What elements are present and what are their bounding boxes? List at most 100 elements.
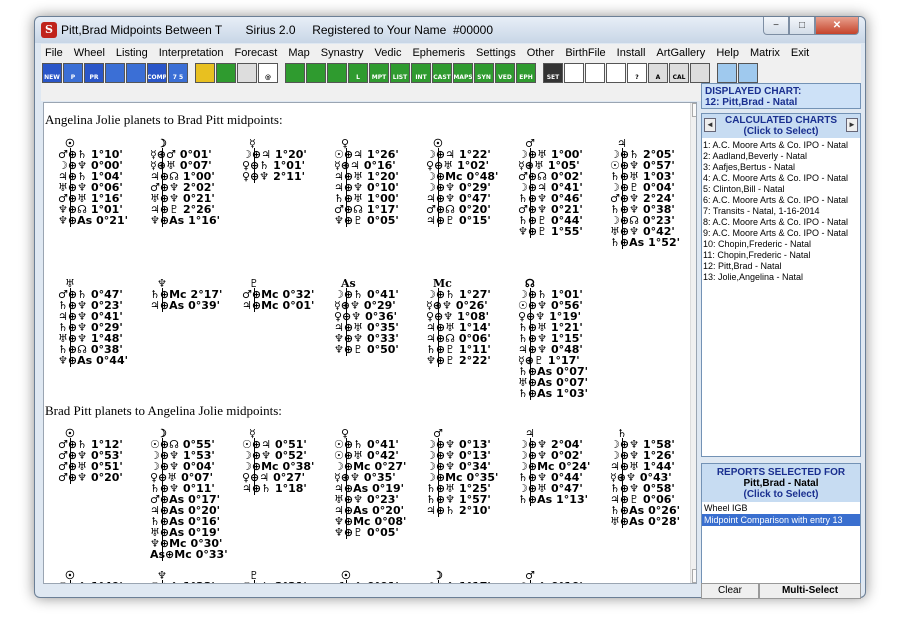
calculated-chart-item[interactable]: 4: A.C. Moore Arts & Co. IPO - Natal [703, 173, 859, 184]
toolbar-button-0[interactable]: NEW [42, 63, 62, 83]
toolbar-button-16[interactable]: LIST [390, 63, 410, 83]
calculated-chart-item[interactable]: 9: A.C. Moore Arts & Co. IPO - Natal [703, 228, 859, 239]
toolbar-button-22[interactable]: EPH [516, 63, 536, 83]
toolbar-button-18[interactable]: CAST [432, 63, 452, 83]
scroll-down-icon[interactable]: ▼ [692, 569, 696, 583]
toolbar-button-13[interactable] [327, 63, 347, 83]
midpoint-orb: 0°50' [366, 343, 399, 356]
toolbar-button-25[interactable] [585, 63, 605, 83]
toolbar-button-6[interactable]: 7 5 [168, 63, 188, 83]
menu-exit[interactable]: Exit [791, 47, 809, 59]
midpoint-pair: ♃⊕♄ [426, 504, 455, 517]
menu-ephemeris[interactable]: Ephemeris [412, 47, 465, 59]
menu-settings[interactable]: Settings [476, 47, 516, 59]
midpoint-pair: ♆⊕♇ [334, 343, 363, 356]
section-heading: Brad Pitt planets to Angelina Jolie midp… [45, 403, 282, 418]
multi-select-button[interactable]: Multi-Select [759, 583, 861, 599]
calculated-chart-item[interactable]: 12: Pitt,Brad - Natal [703, 261, 859, 272]
next-chart-button[interactable]: ► [846, 118, 858, 132]
menu-other[interactable]: Other [527, 47, 555, 59]
toolbar-button-7[interactable] [195, 63, 215, 83]
menu-listing[interactable]: Listing [116, 47, 148, 59]
menu-install[interactable]: Install [617, 47, 646, 59]
menu-map[interactable]: Map [288, 47, 309, 59]
calculated-chart-item[interactable]: 6: A.C. Moore Arts & Co. IPO - Natal [703, 195, 859, 206]
prev-chart-button[interactable]: ◄ [704, 118, 716, 132]
toolbar-button-15[interactable]: MPT [369, 63, 389, 83]
toolbar-button-24[interactable] [564, 63, 584, 83]
toolbar-button-26[interactable] [606, 63, 626, 83]
midpoint-pair: ♆⊕♇ [518, 225, 547, 238]
menu-synastry[interactable]: Synastry [321, 47, 364, 59]
midpoint-orb: 1°23' [183, 580, 215, 583]
window-controls: − □ ✕ [763, 17, 859, 35]
toolbar-button-2[interactable]: PR [84, 63, 104, 83]
report-item[interactable]: Midpoint Comparison with entry 13 [702, 514, 860, 526]
clear-button[interactable]: Clear [701, 583, 759, 599]
menu-file[interactable]: File [45, 47, 63, 59]
menu-matrix[interactable]: Matrix [750, 47, 780, 59]
calculated-chart-item[interactable]: 8: A.C. Moore Arts & Co. IPO - Natal [703, 217, 859, 228]
midpoint-row: ♃⊕Mc 0°01' [242, 300, 314, 311]
toolbar-button-14[interactable]: L [348, 63, 368, 83]
maximize-button[interactable]: □ [789, 17, 815, 35]
toolbar-button-9[interactable] [237, 63, 257, 83]
toolbar-button-10[interactable]: @ [258, 63, 278, 83]
minimize-button[interactable]: − [763, 17, 789, 35]
calculated-chart-item[interactable]: 10: Chopin,Frederic - Natal [703, 239, 859, 250]
calculated-chart-item[interactable]: 3: Aafjes,Bertus - Natal [703, 162, 859, 173]
midpoint-orb: 0°10' [551, 580, 583, 583]
midpoint-row: ☉⊕♆ 1°49' [58, 581, 123, 583]
midpoint-orb: 0°15' [458, 214, 491, 227]
calculated-chart-item[interactable]: 1: A.C. Moore Arts & Co. IPO - Natal [703, 140, 859, 151]
toolbar-button-11[interactable] [285, 63, 305, 83]
toolbar-button-12[interactable] [306, 63, 326, 83]
scroll-up-icon[interactable]: ▲ [692, 103, 696, 117]
toolbar-button-21[interactable]: VED [495, 63, 515, 83]
midpoint-pair: ☽⊕♆ [518, 580, 547, 583]
toolbar-button-23[interactable]: SET [543, 63, 563, 83]
midpoint-row: ♆⊕♇ 0°50' [334, 344, 399, 355]
toolbar-button-4[interactable] [126, 63, 146, 83]
calculated-chart-item[interactable]: 2: Aadland,Beverly - Natal [703, 151, 859, 162]
toolbar-button-5[interactable]: COMP [147, 63, 167, 83]
toolbar-button-30[interactable] [690, 63, 710, 83]
toolbar-button-29[interactable]: CAL [669, 63, 689, 83]
toolbar-button-8[interactable] [216, 63, 236, 83]
calculated-chart-item[interactable]: 13: Jolie,Angelina - Natal [703, 272, 859, 283]
menu-forecast[interactable]: Forecast [235, 47, 278, 59]
toolbar-button-20[interactable]: SYN [474, 63, 494, 83]
midpoint-orb: 1°13' [556, 493, 588, 506]
midpoint-pair: ☽⊕♆ [426, 580, 455, 583]
toolbar-button-3[interactable] [105, 63, 125, 83]
toolbar-button-27[interactable]: ? [627, 63, 647, 83]
app-window: S Pitt,Brad Midpoints Between T Sirius 2… [34, 16, 866, 599]
toolbar-button-32[interactable] [738, 63, 758, 83]
toolbar-button-19[interactable]: MAPS [453, 63, 473, 83]
close-button[interactable]: ✕ [815, 17, 859, 35]
calculated-chart-item[interactable]: 5: Clinton,Bill - Natal [703, 184, 859, 195]
menu-artgallery[interactable]: ArtGallery [656, 47, 705, 59]
app-icon[interactable]: S [41, 22, 57, 38]
midpoint-pair: ♂⊕♆ [58, 471, 87, 484]
menu-help[interactable]: Help [716, 47, 739, 59]
midpoint-orb: 1°55' [550, 225, 583, 238]
toolbar-button-1[interactable]: P [63, 63, 83, 83]
menu-interpretation[interactable]: Interpretation [159, 47, 224, 59]
vertical-scrollbar[interactable]: ▲ ▼ [690, 103, 696, 583]
menu-vedic[interactable]: Vedic [375, 47, 402, 59]
calculated-chart-item[interactable]: 7: Transits - Natal, 1-16-2014 [703, 206, 859, 217]
toolbar-button-17[interactable]: INT [411, 63, 431, 83]
menu-wheel[interactable]: Wheel [74, 47, 105, 59]
midpoint-pair: ☉⊕♄ [242, 580, 271, 583]
midpoint-pair: ♂⊕♆ [334, 580, 363, 583]
calculated-chart-item[interactable]: 11: Chopin,Frederic - Natal [703, 250, 859, 261]
midpoint-row: ♀⊕♆ 2°11' [242, 171, 305, 182]
menu-birthfile[interactable]: BirthFile [565, 47, 605, 59]
toolbar-button-28[interactable]: A [648, 63, 668, 83]
toolbar-button-31[interactable] [717, 63, 737, 83]
report-item[interactable]: Wheel IGB [702, 502, 860, 514]
midpoint-pair: ♄⊕As [518, 493, 553, 506]
reports-chart-name: Pitt,Brad - Natal [743, 478, 819, 489]
midpoint-pair: ♆⊕As [58, 214, 93, 227]
